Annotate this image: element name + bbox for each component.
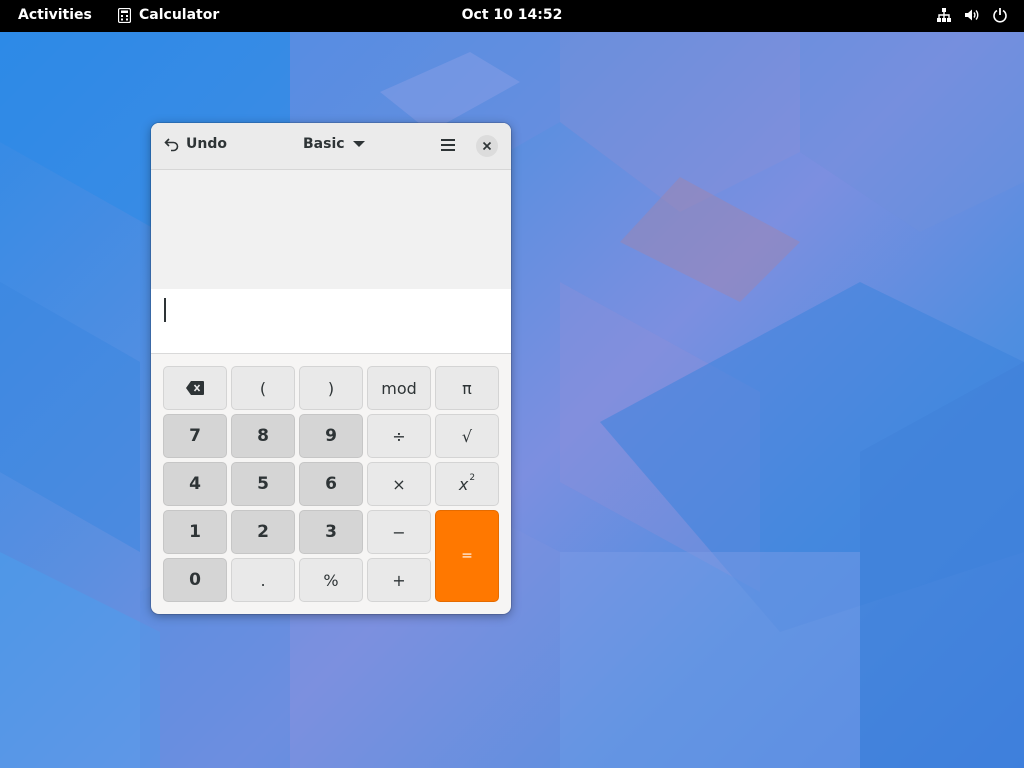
backspace-button[interactable] <box>163 366 227 410</box>
percent-button[interactable]: % <box>299 558 363 602</box>
add-button[interactable]: + <box>367 558 431 602</box>
mode-selector[interactable]: Basic <box>303 136 365 152</box>
clock[interactable]: Oct 10 14:52 <box>462 7 563 23</box>
digit-9-button[interactable]: 9 <box>299 414 363 458</box>
network-icon <box>937 8 951 22</box>
square-root-button[interactable]: √ <box>435 414 499 458</box>
digit-3-button[interactable]: 3 <box>299 510 363 554</box>
app-menu-label: Calculator <box>139 7 220 23</box>
equals-button[interactable]: = <box>435 510 499 602</box>
system-tray[interactable] <box>936 7 1008 23</box>
hamburger-menu-icon[interactable] <box>440 137 456 153</box>
power-icon <box>993 8 1007 23</box>
digit-5-button[interactable]: 5 <box>231 462 295 506</box>
undo-button[interactable]: Undo <box>164 136 227 152</box>
calculator-window: Undo Basic ( ) mod π 7 8 9 ÷ √ 4 5 6 × x… <box>151 123 511 614</box>
calculator-icon <box>118 7 131 23</box>
caret-down-icon <box>352 141 365 147</box>
multiply-button[interactable]: × <box>367 462 431 506</box>
history-area <box>151 170 511 289</box>
volume-icon <box>965 9 979 21</box>
mod-button[interactable]: mod <box>367 366 431 410</box>
pi-button[interactable]: π <box>435 366 499 410</box>
digit-6-button[interactable]: 6 <box>299 462 363 506</box>
mode-label: Basic <box>303 136 345 152</box>
backspace-icon <box>186 381 204 395</box>
digit-4-button[interactable]: 4 <box>163 462 227 506</box>
digit-7-button[interactable]: 7 <box>163 414 227 458</box>
header-bar: Undo Basic <box>151 123 511 170</box>
square-button[interactable]: x2 <box>435 462 499 506</box>
activities-button[interactable]: Activities <box>18 7 92 23</box>
digit-0-button[interactable]: 0 <box>163 558 227 602</box>
subtract-button[interactable]: − <box>367 510 431 554</box>
undo-icon <box>164 138 179 152</box>
undo-label: Undo <box>186 136 227 152</box>
text-cursor <box>164 298 166 322</box>
close-button[interactable] <box>476 135 498 157</box>
decimal-point-button[interactable]: . <box>231 558 295 602</box>
expression-entry[interactable] <box>151 289 511 354</box>
digit-2-button[interactable]: 2 <box>231 510 295 554</box>
digit-1-button[interactable]: 1 <box>163 510 227 554</box>
top-bar: Activities Calculator Oct 10 14:52 <box>0 0 1024 32</box>
app-menu[interactable]: Calculator <box>118 7 219 23</box>
digit-8-button[interactable]: 8 <box>231 414 295 458</box>
close-paren-button[interactable]: ) <box>299 366 363 410</box>
square-base: x <box>458 474 469 494</box>
divide-button[interactable]: ÷ <box>367 414 431 458</box>
keypad: ( ) mod π 7 8 9 ÷ √ 4 5 6 × x2 1 2 3 − =… <box>163 366 499 602</box>
square-exponent: 2 <box>469 473 476 483</box>
open-paren-button[interactable]: ( <box>231 366 295 410</box>
close-icon <box>482 141 492 151</box>
